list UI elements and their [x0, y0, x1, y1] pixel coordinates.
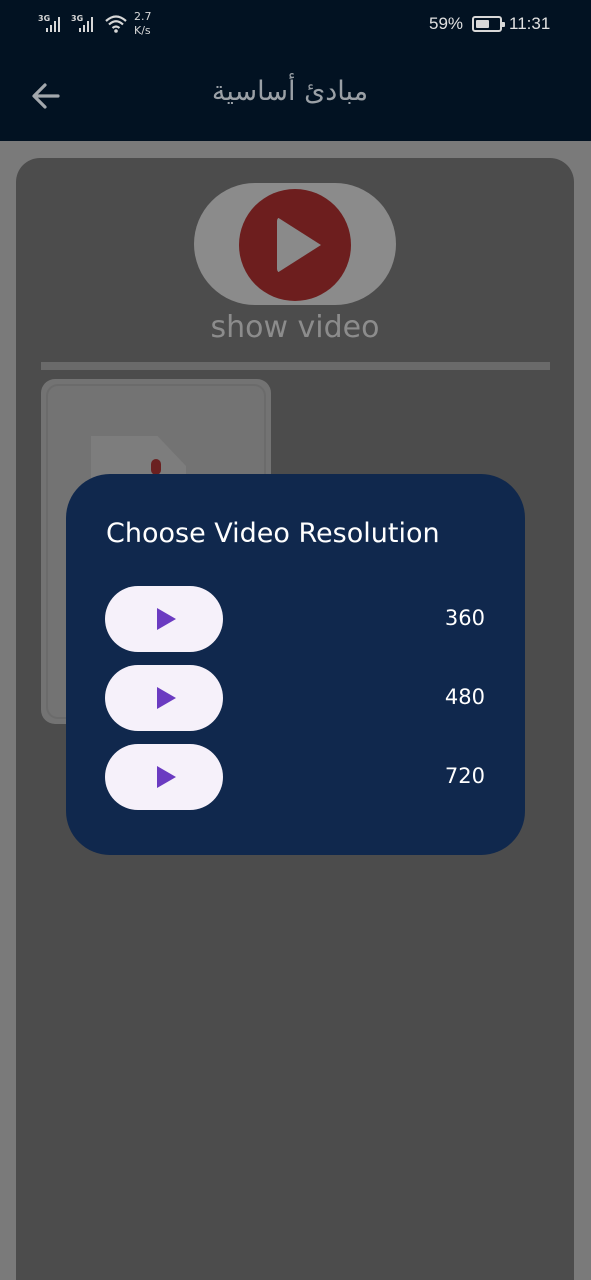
resolution-option-720[interactable]: 720: [105, 744, 485, 810]
resolution-dialog: Choose Video Resolution 360 480 720: [66, 474, 525, 855]
network-speed-value: 2.7: [134, 10, 152, 23]
page-title: مبادئ أساسية: [211, 76, 369, 107]
play-circle-icon: [239, 189, 351, 301]
status-bar: 3G 3G 2.7 K/s 59% 11:31: [0, 0, 591, 50]
sim2-signal: 3G: [71, 14, 101, 34]
resolution-option-480[interactable]: 480: [105, 665, 485, 731]
sim1-signal: 3G: [38, 14, 68, 34]
battery-percent: 59%: [429, 14, 464, 33]
arrow-left-icon: [32, 83, 60, 109]
status-clock: 11:31: [509, 14, 551, 33]
play-icon: [157, 766, 176, 788]
battery-icon: [472, 16, 505, 32]
resolution-label: 360: [444, 606, 485, 630]
divider: [41, 362, 550, 370]
back-button[interactable]: [22, 72, 70, 120]
signal-bars-icon: [46, 17, 60, 32]
signal-bars-icon: [79, 17, 93, 32]
resolution-option-360[interactable]: 360: [105, 586, 485, 652]
show-video-button[interactable]: [194, 183, 396, 305]
network-speed: 2.7 K/s: [134, 10, 152, 38]
play-icon: [157, 608, 176, 630]
dialog-title: Choose Video Resolution: [106, 518, 440, 549]
network-speed-unit: K/s: [134, 24, 151, 37]
resolution-label: 480: [444, 685, 485, 709]
resolution-label: 720: [444, 764, 485, 788]
document-mark: [151, 459, 161, 475]
play-360-button[interactable]: [105, 586, 223, 652]
play-720-button[interactable]: [105, 744, 223, 810]
wifi-icon: [105, 15, 127, 33]
play-icon: [157, 687, 176, 709]
app-bar: مبادئ أساسية: [0, 50, 591, 141]
play-480-button[interactable]: [105, 665, 223, 731]
show-video-label: show video: [210, 310, 380, 345]
